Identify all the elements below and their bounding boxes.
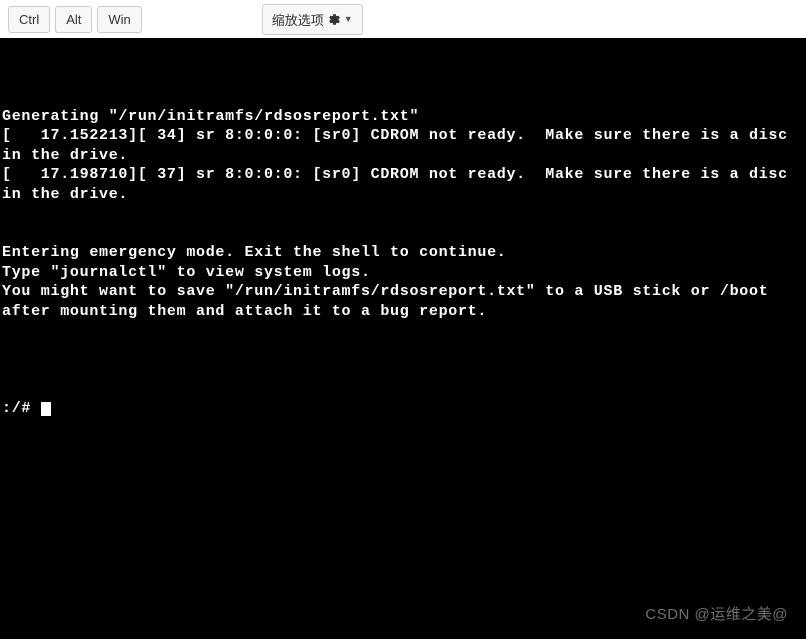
gear-icon <box>328 13 341 26</box>
terminal-line: [ 17.198710][ 37] sr 8:0:0:0: [sr0] CDRO… <box>2 165 806 204</box>
terminal-line: after mounting them and attach it to a b… <box>2 302 806 322</box>
alt-button[interactable]: Alt <box>55 6 92 33</box>
vm-toolbar: Ctrl Alt Win 缩放选项 ▼ <box>0 0 806 38</box>
terminal-output: Generating "/run/initramfs/rdsosreport.t… <box>2 87 806 360</box>
ctrl-button[interactable]: Ctrl <box>8 6 50 33</box>
terminal-prompt: :/# <box>2 400 41 417</box>
terminal-line: You might want to save "/run/initramfs/r… <box>2 282 806 302</box>
terminal-cursor <box>41 402 51 416</box>
zoom-label: 缩放选项 <box>272 10 324 29</box>
terminal-prompt-line: :/# <box>2 399 806 419</box>
terminal-line: Entering emergency mode. Exit the shell … <box>2 243 806 263</box>
terminal-line <box>2 321 806 341</box>
terminal-line: Generating "/run/initramfs/rdsosreport.t… <box>2 107 806 127</box>
terminal-line <box>2 224 806 244</box>
terminal-line <box>2 341 806 361</box>
terminal-line: [ 17.152213][ 34] sr 8:0:0:0: [sr0] CDRO… <box>2 126 806 165</box>
chevron-down-icon: ▼ <box>344 14 353 24</box>
terminal-line: Type "journalctl" to view system logs. <box>2 263 806 283</box>
terminal-line <box>2 87 806 107</box>
win-button[interactable]: Win <box>97 6 141 33</box>
terminal-line <box>2 204 806 224</box>
zoom-options-dropdown[interactable]: 缩放选项 ▼ <box>262 4 363 35</box>
terminal-console[interactable]: Generating "/run/initramfs/rdsosreport.t… <box>0 38 806 639</box>
watermark: CSDN @运维之美@ <box>645 605 788 625</box>
